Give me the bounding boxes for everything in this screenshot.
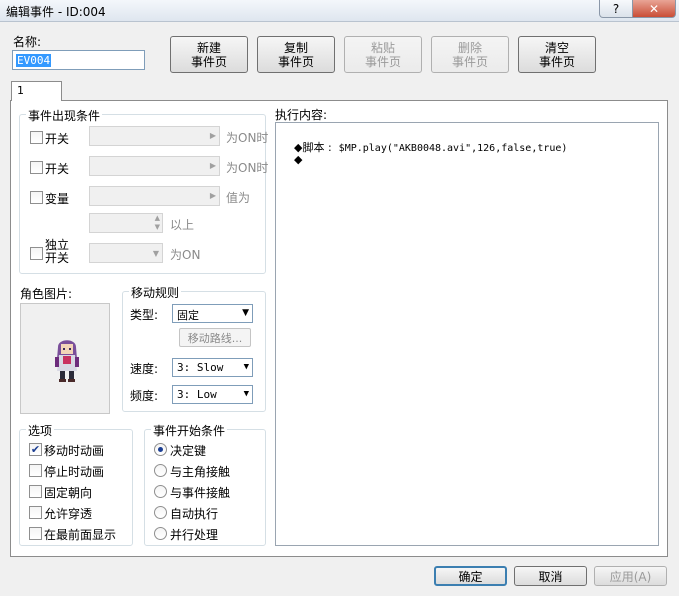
variable-field[interactable]: ▶ (89, 186, 220, 206)
trigger-label-event-touch: 与事件接触 (170, 486, 231, 500)
trigger-title: 事件开始条件 (151, 422, 228, 439)
option-label-always-on-top: 在最前面显示 (44, 528, 117, 542)
self-switch-checkbox[interactable] (30, 247, 43, 260)
window-title: 编辑事件 - ID:004 (6, 5, 106, 19)
switch1-field[interactable]: ▶ (89, 126, 220, 146)
option-label-direction-fix: 固定朝向 (44, 486, 93, 500)
new-page-button[interactable]: 新建 事件页 (170, 36, 248, 73)
conditions-title: 事件出现条件 (26, 107, 103, 124)
movement-type-dropdown[interactable]: 固定 ▼ (172, 304, 253, 323)
movement-type-label: 类型: (130, 308, 159, 322)
clear-page-button[interactable]: 清空 事件页 (518, 36, 596, 73)
trigger-radio-action-button[interactable] (154, 443, 167, 456)
option-checkbox-walk-anime[interactable]: ✔ (29, 443, 42, 456)
exec-keyword: 脚本 : (302, 141, 332, 154)
options-title: 选项 (26, 422, 55, 439)
movement-title: 移动规则 (129, 284, 182, 301)
variable-suffix: 值为 (226, 191, 251, 205)
trigger-radio-event-touch[interactable] (154, 485, 167, 498)
check-icon: ✔ (30, 443, 41, 456)
exec-code: $MP.play("AKB0048.avi",126,false,true) (338, 143, 568, 154)
option-checkbox-through[interactable] (29, 506, 42, 519)
trigger-radio-parallel[interactable] (154, 527, 167, 540)
move-route-button[interactable]: 移动路线... (179, 328, 251, 347)
graphic-preview[interactable] (20, 303, 110, 414)
name-value: EV004 (16, 54, 52, 67)
arrow-right-icon: ▶ (209, 191, 216, 200)
close-button[interactable]: ✕ (632, 0, 676, 18)
trigger-label-action-button: 决定键 (170, 444, 207, 458)
trigger-label-player-touch: 与主角接触 (170, 465, 231, 479)
apply-button[interactable]: 应用(A) (594, 566, 667, 586)
switch1-label: 开关 (45, 132, 70, 146)
exec-label: 执行内容: (275, 108, 328, 122)
option-checkbox-step-anime[interactable] (29, 464, 42, 477)
title-bar: 编辑事件 - ID:004 (0, 0, 679, 22)
movement-speed-dropdown[interactable]: 3: Slow ▼ (172, 358, 253, 377)
help-button[interactable]: ? (599, 0, 633, 18)
option-label-walk-anime: 移动时动画 (44, 444, 105, 458)
movement-freq-dropdown[interactable]: 3: Low ▼ (172, 385, 253, 404)
copy-page-button[interactable]: 复制 事件页 (257, 36, 335, 73)
paste-page-button[interactable]: 粘贴 事件页 (344, 36, 422, 73)
exec-list[interactable]: ◆脚本 : $MP.play("AKB0048.avi",126,false,t… (275, 122, 659, 546)
trigger-radio-autorun[interactable] (154, 506, 167, 519)
switch1-checkbox[interactable] (30, 131, 43, 144)
ok-button[interactable]: 确定 (434, 566, 507, 586)
chevron-down-icon: ▼ (243, 389, 249, 399)
option-checkbox-always-on-top[interactable] (29, 527, 42, 540)
trigger-label-parallel: 并行处理 (170, 528, 219, 542)
graphic-label: 角色图片: (20, 287, 73, 301)
self-switch-suffix: 为ON (170, 248, 201, 262)
movement-freq-label: 频度: (130, 389, 159, 403)
cancel-button[interactable]: 取消 (514, 566, 587, 586)
exec-line[interactable]: ◆ (280, 140, 302, 179)
stepper-up-icon[interactable]: ▲ (155, 214, 160, 222)
stepper-down-icon[interactable]: ▼ (155, 223, 160, 231)
tab-page-1[interactable]: 1 (11, 81, 62, 101)
movement-speed-label: 速度: (130, 362, 159, 376)
variable-value-stepper[interactable]: ▲ ▼ (89, 213, 163, 233)
arrow-right-icon: ▶ (209, 131, 216, 140)
trigger-radio-player-touch[interactable] (154, 464, 167, 477)
self-switch-dropdown[interactable]: ▼ (89, 243, 163, 263)
option-label-step-anime: 停止时动画 (44, 465, 105, 479)
option-checkbox-direction-fix[interactable] (29, 485, 42, 498)
variable-label: 变量 (45, 192, 70, 206)
switch1-suffix: 为ON时 (226, 131, 269, 145)
switch2-checkbox[interactable] (30, 161, 43, 174)
option-label-through: 允许穿透 (44, 507, 93, 521)
chevron-down-icon: ▼ (243, 362, 249, 372)
chevron-down-icon: ▼ (242, 308, 249, 318)
self-switch-label: 独立 开关 (45, 238, 70, 265)
exec-line[interactable]: ◆脚本 : $MP.play("AKB0048.avi",126,false,t… (280, 126, 567, 168)
character-sprite-icon (55, 340, 79, 382)
variable-checkbox[interactable] (30, 191, 43, 204)
name-field[interactable]: EV004 (12, 50, 145, 70)
variable-suffix2: 以上 (170, 218, 195, 232)
switch2-suffix: 为ON时 (226, 161, 269, 175)
switch2-label: 开关 (45, 162, 70, 176)
chevron-down-icon: ▼ (152, 249, 159, 258)
switch2-field[interactable]: ▶ (89, 156, 220, 176)
diamond-icon: ◆ (294, 153, 303, 166)
name-label: 名称: (13, 35, 42, 49)
arrow-right-icon: ▶ (209, 161, 216, 170)
trigger-label-autorun: 自动执行 (170, 507, 219, 521)
delete-page-button[interactable]: 删除 事件页 (431, 36, 509, 73)
